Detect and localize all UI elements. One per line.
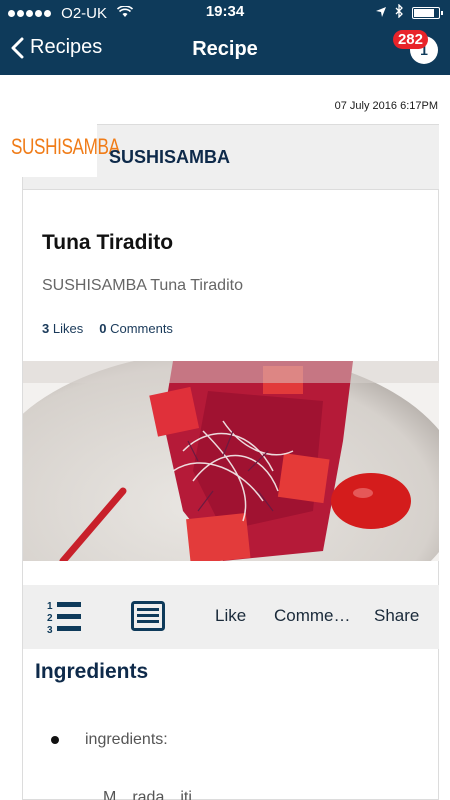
ingredient-text: ingredients: (85, 731, 168, 748)
battery-icon (412, 6, 443, 19)
list-item: ingredients: (51, 731, 168, 749)
top-bar: O2-UK 19:34 Recipes Recipe 1 282 (0, 0, 450, 75)
action-bar: 1 2 3 Like Comme… Share (23, 585, 439, 649)
recipe-photo (23, 361, 439, 561)
post-date: 07 July 2016 6:17PM (334, 100, 438, 112)
recipe-subtitle: SUSHISAMBA Tuna Tiradito (42, 277, 243, 294)
recipe-title: Tuna Tiradito (42, 231, 174, 254)
svg-text:3: 3 (47, 625, 53, 635)
battery-fill (414, 8, 435, 17)
share-button[interactable]: Share (374, 606, 419, 626)
list-item-partial: M…rada…iti… (103, 789, 208, 800)
bullet-icon (51, 736, 59, 744)
page-title: Recipe (192, 38, 258, 60)
comments-link[interactable]: 0 Comments (99, 321, 173, 336)
brand-logo[interactable]: SUSHISAMBA (11, 117, 120, 177)
notification-badge[interactable]: 282 (392, 30, 428, 49)
navigation-bar: Recipes Recipe 1 282 (0, 28, 450, 72)
bluetooth-icon (395, 3, 404, 21)
svg-text:1: 1 (47, 601, 53, 612)
ingredients-title: Ingredients (35, 660, 149, 683)
comment-button[interactable]: Comme… (274, 606, 351, 626)
numbered-list-icon[interactable]: 1 2 3 (47, 599, 83, 640)
brand-header[interactable]: SUSHISAMBA SUSHISAMBA (11, 117, 439, 190)
svg-text:2: 2 (47, 613, 53, 624)
post-stats: 3 Likes 0 Comments (42, 321, 173, 336)
recipe-card-icon[interactable] (131, 601, 165, 636)
brand-name[interactable]: SUSHISAMBA (109, 147, 230, 168)
like-button[interactable]: Like (215, 606, 246, 626)
location-arrow-icon (375, 5, 387, 21)
likes-link[interactable]: 3 Likes (42, 321, 83, 336)
status-bar: O2-UK 19:34 (0, 0, 450, 24)
recipe-card: SUSHISAMBA SUSHISAMBA Tuna Tiradito SUSH… (11, 117, 439, 800)
